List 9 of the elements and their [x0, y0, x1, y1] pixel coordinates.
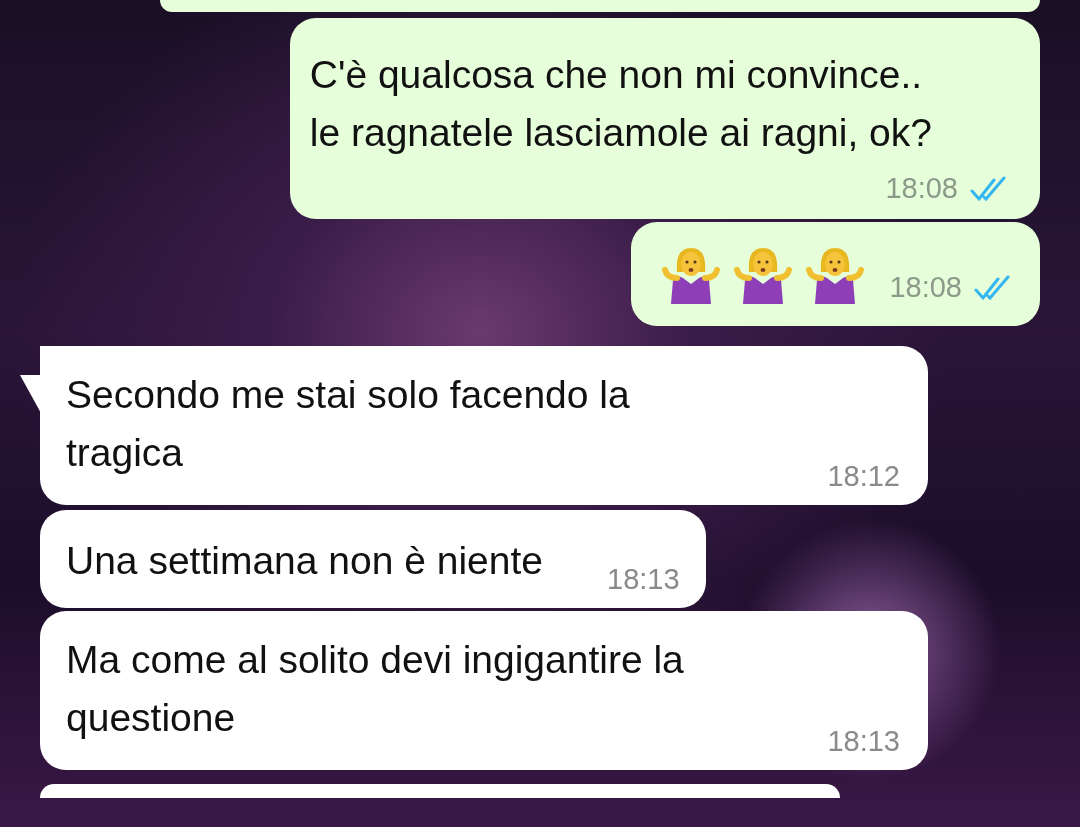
message-time: 18:12 — [827, 460, 900, 493]
message-text: Secondo me stai solo facendo la tragica — [66, 372, 630, 476]
message-text: Una settimana non è niente — [66, 538, 543, 584]
message-text: C'è qualcosa che non mi convince.. le ragnatele lasciamole ai ragni, ok? — [309, 52, 933, 156]
message-time: 18:08 — [885, 172, 958, 205]
message-time: 18:08 — [889, 271, 962, 304]
message-text: Ma come al solito devi ingigantire la questione — [66, 637, 684, 741]
message-time: 18:13 — [827, 725, 900, 758]
message-time: 18:13 — [607, 563, 680, 596]
